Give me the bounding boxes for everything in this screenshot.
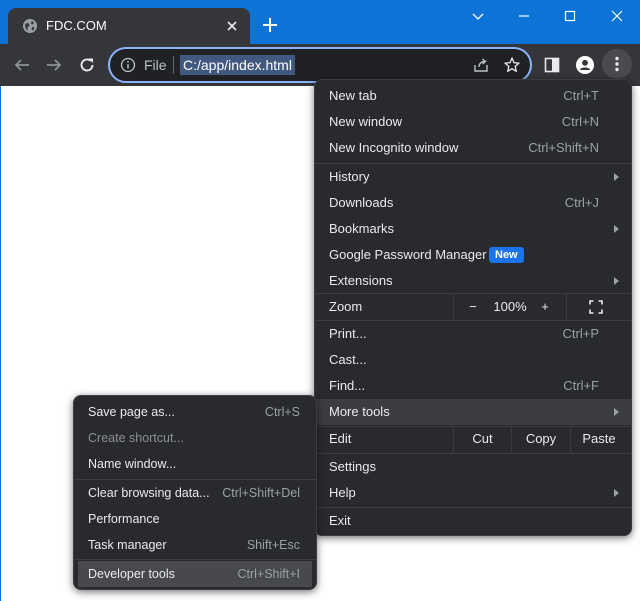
submenu-arrow-icon [614,277,619,285]
submenu-arrow-icon [614,173,619,181]
browser-tab[interactable]: FDC.COM [8,8,250,44]
zoom-level: 100% [493,299,527,314]
zoom-divider [453,294,454,320]
profile-icon[interactable] [575,55,595,75]
menu-item-password-manager[interactable]: Google Password Manager New [315,242,631,268]
info-icon[interactable] [120,57,136,73]
submenu-item-developer-tools[interactable]: Developer tools Ctrl+Shift+I [78,561,312,587]
more-tools-submenu: Save page as... Ctrl+S Create shortcut..… [73,395,317,590]
maximize-icon[interactable] [560,6,580,26]
menu-item-settings[interactable]: Settings [315,454,631,480]
kebab-menu-icon [615,56,619,72]
zoom-row: Zoom − 100% + [315,294,631,320]
menu-item-bookmarks[interactable]: Bookmarks [315,216,631,242]
window-border [0,86,1,601]
minimize-icon[interactable] [514,6,534,26]
forward-arrow-icon[interactable] [44,55,64,75]
submenu-arrow-icon [614,489,619,497]
address-bar[interactable]: File C:/app/index.html [108,47,532,83]
menu-item-exit[interactable]: Exit [315,508,631,534]
submenu-item-performance[interactable]: Performance [78,506,312,532]
zoom-divider [566,294,567,320]
submenu-item-clear-browsing[interactable]: Clear browsing data... Ctrl+Shift+Del [78,480,312,506]
chrome-main-menu: New tab Ctrl+T New window Ctrl+N New Inc… [314,79,632,536]
menu-item-cast[interactable]: Cast... [315,347,631,373]
url-text[interactable]: C:/app/index.html [180,55,295,75]
menu-item-help[interactable]: Help [315,480,631,506]
scheme-label: File [144,57,167,73]
reload-icon[interactable] [77,55,97,75]
zoom-out-button[interactable]: − [461,294,485,320]
menu-item-find[interactable]: Find... Ctrl+F [315,373,631,399]
cut-button[interactable]: Cut [454,426,511,452]
zoom-label: Zoom [329,299,363,314]
plus-icon[interactable] [261,16,279,34]
menu-item-new-incognito[interactable]: New Incognito window Ctrl+Shift+N [315,135,631,161]
menu-item-new-window[interactable]: New window Ctrl+N [315,109,631,135]
new-badge: New [489,247,524,263]
copy-button[interactable]: Copy [512,426,570,452]
star-icon[interactable] [503,56,521,74]
edit-label: Edit [329,431,352,446]
menu-item-print[interactable]: Print... Ctrl+P [315,321,631,347]
submenu-item-save-page[interactable]: Save page as... Ctrl+S [78,399,312,425]
menu-divider [74,559,316,560]
share-icon[interactable] [472,56,490,74]
menu-item-new-tab[interactable]: New tab Ctrl+T [315,83,631,109]
omnibox-divider [173,56,174,74]
menu-item-extensions[interactable]: Extensions [315,268,631,294]
globe-icon [23,19,37,33]
menu-item-more-tools[interactable]: More tools [315,399,631,425]
title-bar: FDC.COM [0,0,640,44]
menu-item-history[interactable]: History [315,164,631,190]
edit-row: Edit Cut Copy Paste [315,426,631,452]
menu-item-downloads[interactable]: Downloads Ctrl+J [315,190,631,216]
side-panel-icon[interactable] [542,55,562,75]
back-arrow-icon[interactable] [12,55,32,75]
window-close-icon[interactable] [607,6,627,26]
submenu-item-create-shortcut: Create shortcut... [88,431,184,445]
chevron-down-icon[interactable] [468,6,488,26]
tab-title: FDC.COM [46,18,107,33]
paste-button[interactable]: Paste [571,426,627,452]
menu-button[interactable] [602,49,632,79]
submenu-item-name-window[interactable]: Name window... [78,451,312,477]
submenu-arrow-icon [614,408,619,416]
submenu-item-task-manager[interactable]: Task manager Shift+Esc [78,532,312,558]
zoom-in-button[interactable]: + [533,294,557,320]
fullscreen-icon[interactable] [589,300,603,314]
submenu-arrow-icon [614,225,619,233]
close-icon[interactable] [224,18,240,34]
